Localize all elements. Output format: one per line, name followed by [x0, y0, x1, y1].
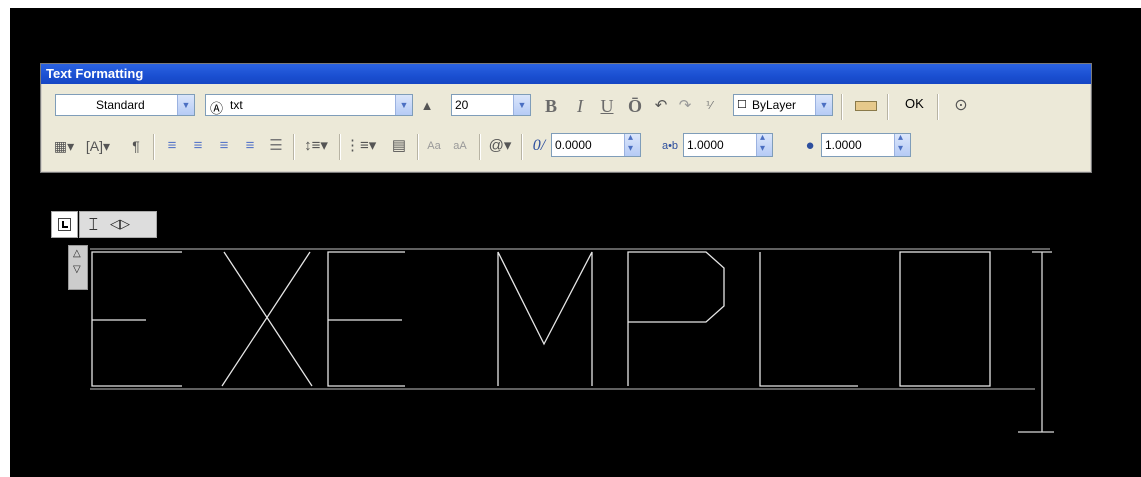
letter-X — [221, 251, 313, 387]
mtext-editor[interactable] — [0, 0, 1141, 477]
letter-O — [899, 251, 991, 387]
letter-E2 — [327, 251, 405, 387]
letter-L — [759, 252, 858, 387]
letter-E1 — [91, 251, 182, 387]
letter-P — [627, 251, 725, 386]
letter-M — [497, 251, 593, 386]
text-cursor — [1018, 251, 1054, 433]
